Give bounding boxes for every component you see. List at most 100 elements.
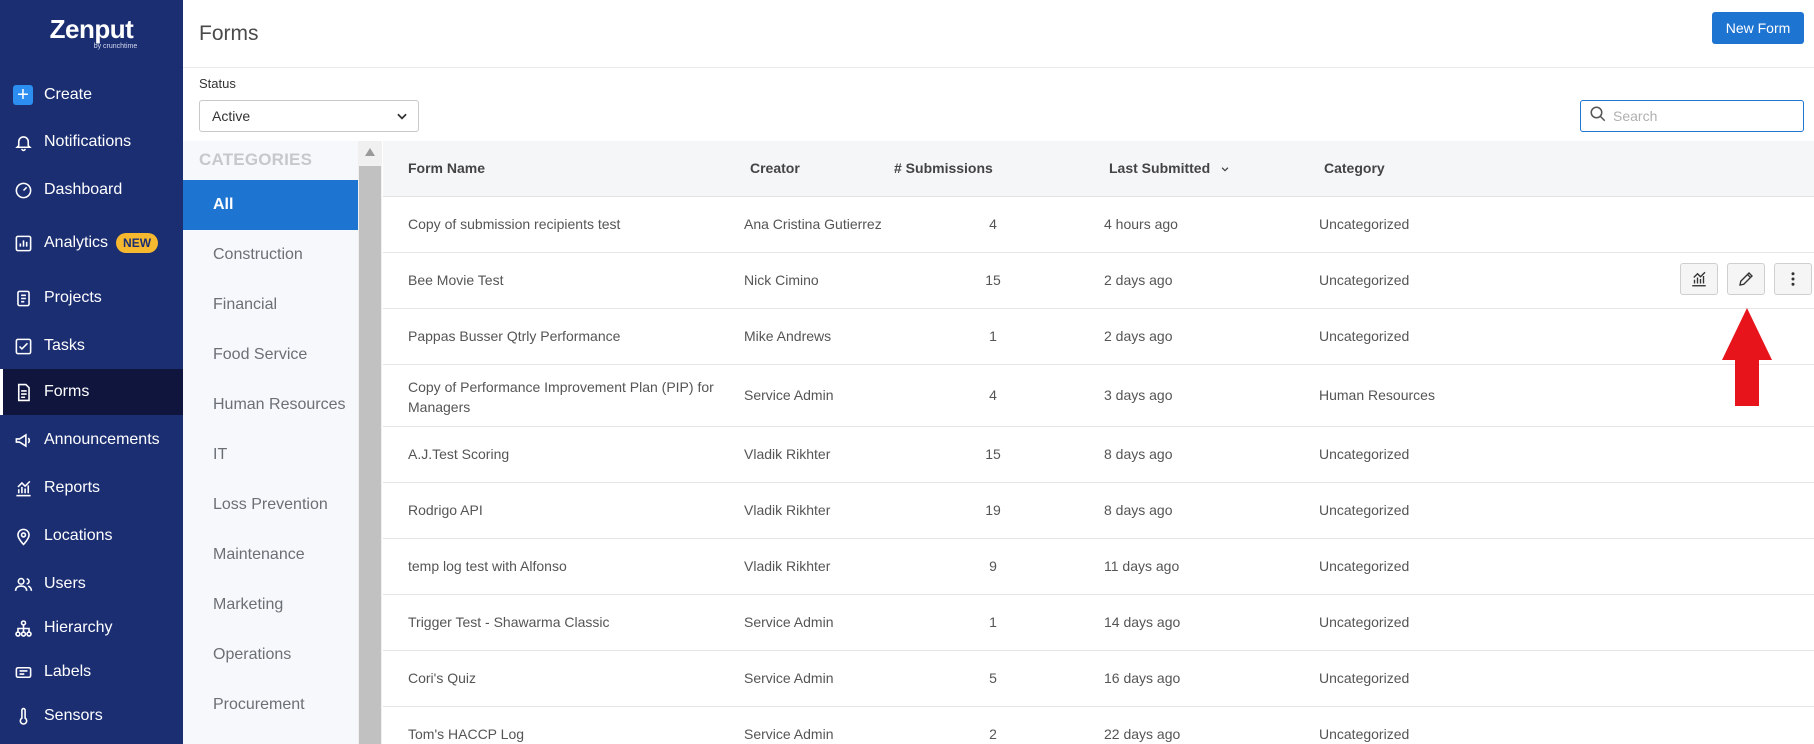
- form-name-cell[interactable]: Pappas Busser Qtrly Performance: [408, 328, 620, 344]
- more-options-button[interactable]: [1774, 263, 1812, 295]
- form-name-cell[interactable]: Bee Movie Test: [408, 272, 503, 288]
- status-label: Status: [199, 76, 236, 91]
- submissions-cell: 2: [989, 726, 997, 742]
- sidebar-item-labels[interactable]: Labels: [0, 649, 183, 695]
- form-name-cell[interactable]: Trigger Test - Shawarma Classic: [408, 614, 610, 630]
- sidebar-item-notifications[interactable]: Notifications: [0, 119, 183, 165]
- last-submitted-cell: 8 days ago: [1104, 446, 1173, 462]
- sidebar-item-projects[interactable]: Projects: [0, 275, 183, 321]
- megaphone-icon: [13, 430, 33, 450]
- table-row[interactable]: Rodrigo API Vladik Rikhter 19 8 days ago…: [383, 483, 1814, 539]
- table-row[interactable]: Trigger Test - Shawarma Classic Service …: [383, 595, 1814, 651]
- sidebar-item-label: Forms: [44, 383, 90, 400]
- category-item-financial[interactable]: Financial: [183, 280, 358, 330]
- sidebar-item-forms[interactable]: Forms: [0, 369, 183, 415]
- scrollbar-thumb[interactable]: [359, 166, 381, 744]
- table-row[interactable]: Copy of submission recipients test Ana C…: [383, 197, 1814, 253]
- column-header-form-name[interactable]: Form Name: [408, 160, 485, 176]
- forms-table: Form Name Creator # Submissions Last Sub…: [383, 141, 1814, 744]
- form-name-cell[interactable]: Cori's Quiz: [408, 670, 476, 686]
- sidebar-item-label: Notifications: [44, 133, 132, 150]
- form-name-line: Managers: [408, 399, 471, 415]
- form-name-line: Copy of Performance Improvement Plan (PI…: [408, 379, 714, 395]
- table-row[interactable]: Cori's Quiz Service Admin 5 16 days ago …: [383, 651, 1814, 707]
- sidebar-item-tasks[interactable]: Tasks: [0, 323, 183, 369]
- column-header-label: Last Submitted: [1109, 160, 1211, 176]
- table-row[interactable]: Tom's HACCP Log Service Admin 2 22 days …: [383, 707, 1814, 744]
- sidebar-item-label: Analytics: [44, 234, 109, 251]
- analytics-icon: [1692, 271, 1706, 287]
- hierarchy-icon: [13, 618, 33, 638]
- table-row[interactable]: temp log test with Alfonso Vladik Rikhte…: [383, 539, 1814, 595]
- column-header-last-submitted[interactable]: Last Submitted: [1109, 160, 1230, 176]
- search-field[interactable]: [1580, 100, 1804, 132]
- row-actions: [1680, 263, 1814, 295]
- creator-cell: Nick Cimino: [744, 272, 819, 288]
- category-item-all[interactable]: All: [183, 180, 358, 230]
- category-item-human-resources[interactable]: Human Resources: [183, 380, 358, 430]
- status-select[interactable]: Active: [199, 100, 419, 132]
- last-submitted-cell: 8 days ago: [1104, 502, 1173, 518]
- last-submitted-cell: 2 days ago: [1104, 328, 1173, 344]
- status-select-value: Active: [212, 108, 251, 124]
- category-item-food-service[interactable]: Food Service: [183, 330, 358, 380]
- sidebar-item-analytics[interactable]: Analytics NEW: [0, 220, 183, 266]
- map-pin-icon: [13, 526, 33, 546]
- form-name-cell[interactable]: Copy of Performance Improvement Plan (PI…: [408, 377, 714, 417]
- last-submitted-cell: 14 days ago: [1104, 614, 1181, 630]
- app-logo[interactable]: Zenput by crunchtime: [0, 14, 183, 50]
- table-row[interactable]: Pappas Busser Qtrly Performance Mike And…: [383, 309, 1814, 365]
- category-item-maintenance[interactable]: Maintenance: [183, 530, 358, 580]
- last-submitted-cell: 11 days ago: [1104, 558, 1180, 574]
- category-item-operations[interactable]: Operations: [183, 630, 358, 680]
- category-cell: Human Resources: [1319, 387, 1435, 403]
- category-item-loss-prevention[interactable]: Loss Prevention: [183, 480, 358, 530]
- table-row[interactable]: Copy of Performance Improvement Plan (PI…: [383, 365, 1814, 427]
- edit-button[interactable]: [1727, 263, 1765, 295]
- projects-icon: [13, 288, 33, 308]
- search-icon: [1589, 105, 1607, 128]
- category-cell: Uncategorized: [1319, 328, 1410, 344]
- table-row[interactable]: A.J.Test Scoring Vladik Rikhter 15 8 day…: [383, 427, 1814, 483]
- form-name-cell[interactable]: Rodrigo API: [408, 502, 483, 518]
- report-chart-icon: [13, 478, 33, 498]
- chevron-down-icon: [395, 109, 409, 126]
- last-submitted-cell: 3 days ago: [1104, 387, 1173, 403]
- creator-cell: Service Admin: [744, 387, 834, 403]
- category-item-procurement[interactable]: Procurement: [183, 680, 358, 730]
- sidebar-item-users[interactable]: Users: [0, 561, 183, 607]
- form-name-cell[interactable]: A.J.Test Scoring: [408, 446, 509, 462]
- sidebar-item-dashboard[interactable]: Dashboard: [0, 167, 183, 213]
- sort-chevron-down-icon: [1221, 167, 1229, 172]
- sidebar-item-locations[interactable]: Locations: [0, 513, 183, 559]
- form-name-cell[interactable]: temp log test with Alfonso: [408, 558, 567, 574]
- sidebar-item-label: Projects: [44, 289, 102, 306]
- header-divider: [183, 67, 1814, 68]
- categories-header: CATEGORIES: [199, 150, 313, 169]
- column-header-submissions[interactable]: # Submissions: [894, 160, 993, 176]
- analytics-button[interactable]: [1680, 263, 1718, 295]
- scroll-up-arrow-icon[interactable]: [358, 141, 382, 163]
- category-item-marketing[interactable]: Marketing: [183, 580, 358, 630]
- sidebar-item-sensors[interactable]: Sensors: [0, 693, 183, 739]
- category-item-construction[interactable]: Construction: [183, 230, 358, 280]
- category-cell: Uncategorized: [1319, 614, 1410, 630]
- new-form-button[interactable]: New Form: [1712, 12, 1804, 44]
- sidebar-item-announcements[interactable]: Announcements: [0, 417, 183, 463]
- sidebar-item-hierarchy[interactable]: Hierarchy: [0, 605, 183, 651]
- search-input[interactable]: [1613, 108, 1793, 124]
- form-name-cell[interactable]: Tom's HACCP Log: [408, 726, 524, 742]
- column-header-category[interactable]: Category: [1324, 160, 1385, 176]
- column-header-creator[interactable]: Creator: [750, 160, 800, 176]
- creator-cell: Service Admin: [744, 670, 834, 686]
- sidebar-item-reports[interactable]: Reports: [0, 465, 183, 511]
- last-submitted-cell: 16 days ago: [1104, 670, 1181, 686]
- table-row[interactable]: Bee Movie Test Nick Cimino 15 2 days ago…: [383, 253, 1814, 309]
- form-name-cell[interactable]: Copy of submission recipients test: [408, 216, 620, 232]
- sidebar-item-label: Announcements: [44, 431, 160, 448]
- bell-icon: [13, 132, 33, 152]
- creator-cell: Service Admin: [744, 614, 834, 630]
- category-item-it[interactable]: IT: [183, 430, 358, 480]
- sidebar-item-create[interactable]: + Create: [0, 72, 183, 118]
- sidebar-item-label: Users: [44, 575, 86, 592]
